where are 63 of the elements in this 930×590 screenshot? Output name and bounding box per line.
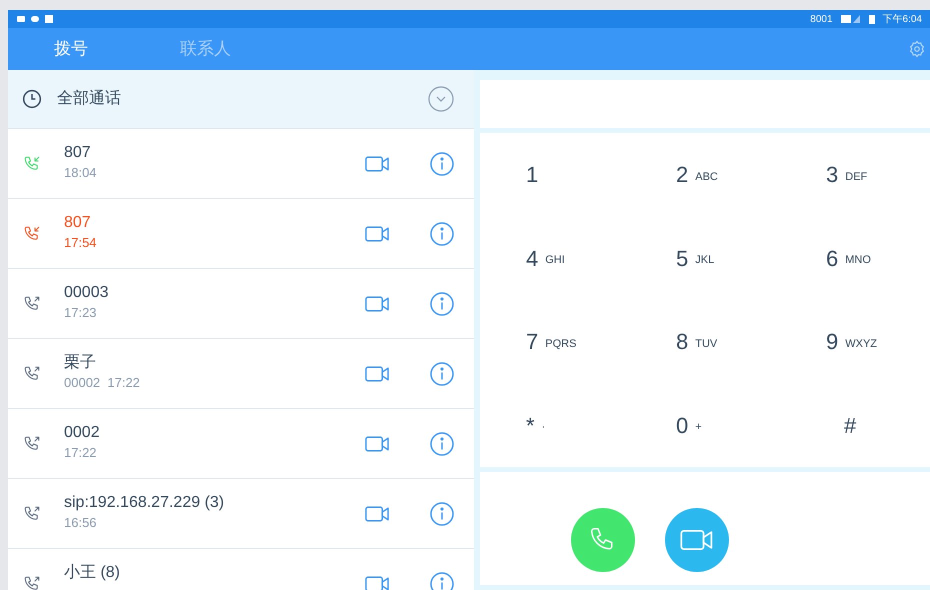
info-icon[interactable] xyxy=(430,152,454,176)
settings-icon[interactable] xyxy=(908,40,926,58)
keypad-key[interactable]: 9 WXYZ xyxy=(780,300,930,384)
incoming-call-icon xyxy=(23,154,41,172)
outgoing-call-icon xyxy=(23,364,41,382)
call-title: sip:192.168.27.229 (3) xyxy=(64,493,226,513)
keypad-key[interactable]: 4 GHI xyxy=(480,216,630,300)
call-time: 00002 17:22 xyxy=(64,374,141,392)
call-row[interactable]: 00003 17:23 xyxy=(8,269,474,339)
keypad-key[interactable]: 2 ABC xyxy=(630,133,780,216)
call-time: 17:54 xyxy=(64,234,98,252)
keypad-key[interactable]: 7 PQRS xyxy=(480,300,630,384)
outgoing-call-icon xyxy=(23,294,41,312)
info-icon[interactable] xyxy=(430,362,454,386)
number-input-field[interactable] xyxy=(480,80,930,128)
info-icon[interactable] xyxy=(430,572,454,590)
battery-icon xyxy=(868,14,875,24)
call-time: 17:22 xyxy=(64,444,98,462)
call-row[interactable]: 栗子 00002 17:22 xyxy=(8,339,474,409)
call-time: 17:23 xyxy=(64,304,98,322)
outgoing-call-icon xyxy=(23,504,41,522)
video-call-icon[interactable] xyxy=(365,294,390,312)
info-icon[interactable] xyxy=(430,432,454,456)
account-number: 8001 xyxy=(810,12,833,26)
call-title: 0002 xyxy=(64,423,101,443)
video-call-icon[interactable] xyxy=(365,224,390,242)
keypad-key[interactable]: * · xyxy=(480,384,630,467)
video-call-icon[interactable] xyxy=(365,574,390,590)
outgoing-call-icon xyxy=(23,574,41,590)
video-call-icon[interactable] xyxy=(365,434,390,452)
video-call-icon[interactable] xyxy=(365,364,390,382)
clock-icon xyxy=(22,89,42,109)
clock: 下午6:04 xyxy=(882,12,922,26)
call-row[interactable]: 0002 17:22 xyxy=(8,409,474,479)
video-call-icon[interactable] xyxy=(365,154,390,172)
call-title: 00003 xyxy=(64,283,110,303)
filter-header[interactable]: 全部通话 xyxy=(8,70,474,129)
info-icon[interactable] xyxy=(430,222,454,246)
video-call-icon[interactable] xyxy=(365,504,390,522)
info-icon[interactable] xyxy=(430,292,454,316)
dropdown-icon[interactable] xyxy=(428,86,454,112)
call-time: 16:56 xyxy=(64,514,98,532)
call-title: 807 xyxy=(64,213,92,233)
keypad-key[interactable]: 6 MNO xyxy=(780,216,930,300)
outgoing-call-icon xyxy=(23,434,41,452)
video-camera-icon xyxy=(680,528,714,552)
signal-icon xyxy=(840,14,861,24)
call-title: 807 xyxy=(64,143,92,163)
filter-label: 全部通话 xyxy=(57,88,121,109)
keypad-key[interactable]: 5 JKL xyxy=(630,216,780,300)
info-icon[interactable] xyxy=(430,502,454,526)
keypad-key[interactable]: 3 DEF xyxy=(780,133,930,216)
incoming-call-icon xyxy=(23,224,41,242)
call-time: 18:04 xyxy=(64,164,98,182)
keypad-key[interactable]: # xyxy=(780,384,930,467)
call-row[interactable]: sip:192.168.27.229 (3) 16:56 xyxy=(8,479,474,549)
keypad-key[interactable]: 8 TUV xyxy=(630,300,780,384)
keypad-key[interactable]: 0 + xyxy=(630,384,780,467)
call-title: 栗子 xyxy=(64,353,97,373)
status-icons xyxy=(16,14,56,24)
call-title: 小王 (8) xyxy=(64,563,121,583)
keypad-key[interactable]: 1 xyxy=(480,133,630,216)
call-row[interactable]: 807 18:04 xyxy=(8,129,474,199)
